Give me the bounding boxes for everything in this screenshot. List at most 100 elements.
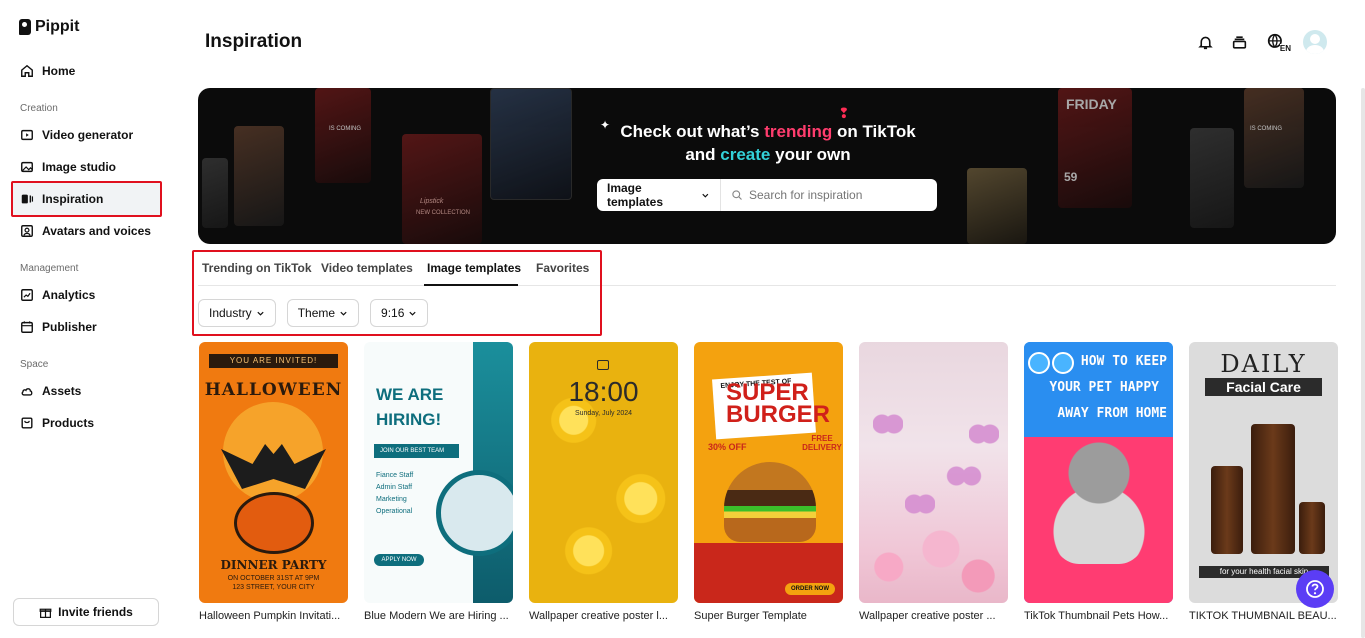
sidebar-section-space: Space [20,359,49,370]
sidebar-item-assets[interactable]: Assets [20,381,81,401]
template-card[interactable]: Wallpaper creative poster ... [859,342,1008,622]
banner-thumb [234,126,284,226]
subscription-stack-icon[interactable] [1229,32,1249,52]
card-art-text: DINNER PARTY [220,558,327,572]
template-title[interactable]: TIKTOK THUMBNAIL BEAU... [1189,610,1338,622]
page-scrollbar[interactable] [1361,88,1365,638]
card-art-text: HALLOWEEN [204,380,343,400]
card-art-text: 18:00 [568,376,639,407]
invite-friends-label: Invite friends [58,605,133,619]
template-card[interactable]: WE ARE HIRING! JOIN OUR BEST TEAM Fiance … [364,342,513,622]
sidebar-item-label: Inspiration [42,192,104,206]
sidebar: Pippit Home Creation Video generator Ima… [0,0,176,638]
calendar-icon [21,321,33,333]
template-title[interactable]: TikTok Thumbnail Pets How... [1024,610,1173,622]
template-card[interactable]: ENJOY THE TEST OF SUPER BURGER 30% OFF FR… [694,342,843,622]
card-art-text: 30% OFF [708,442,747,452]
user-avatar[interactable] [1303,30,1327,54]
cat-shape [1049,434,1149,564]
template-thumbnail[interactable]: YOU ARE INVITED! HALLOWEEN DINNER PARTY … [199,342,348,603]
template-title[interactable]: Wallpaper creative poster ... [859,610,1008,622]
card-art-text: Sunday, July 2024 [574,410,633,417]
search-type-value: Image templates [607,181,664,209]
butterfly-shape [873,412,903,436]
invite-friends-button[interactable]: Invite friends [13,598,159,626]
sidebar-section-management: Management [20,263,79,274]
banner-thumb [1190,128,1234,228]
template-thumbnail[interactable] [859,342,1008,603]
sidebar-item-avatars-and-voices[interactable]: Avatars and voices [20,221,151,241]
sidebar-item-image-studio[interactable]: Image studio [20,157,116,177]
search-icon [732,190,742,200]
blossom-shape [859,513,1008,603]
sidebar-item-label: Products [42,416,95,430]
template-title[interactable]: Wallpaper creative poster l... [529,610,678,622]
template-thumbnail[interactable]: DAILY Facial Care for your health facial… [1189,342,1338,603]
template-thumbnail[interactable]: ENJOY THE TEST OF SUPER BURGER 30% OFF FR… [694,342,843,603]
bottle-shape [1251,424,1295,554]
sidebar-section-creation: Creation [20,103,58,114]
sidebar-item-label: Avatars and voices [42,224,151,238]
template-thumbnail[interactable]: 18:00 Sunday, July 2024 [529,342,678,603]
sidebar-item-inspiration[interactable]: Inspiration [20,189,103,209]
gift-icon [39,608,52,618]
bottle-shape [1211,466,1243,554]
card-art-text: DAILY [1220,350,1307,378]
sidebar-item-video-generator[interactable]: Video generator [20,125,133,145]
template-card[interactable]: YOU ARE INVITED! HALLOWEEN DINNER PARTY … [199,342,348,622]
sidebar-item-label: Home [42,64,76,78]
sidebar-item-analytics[interactable]: Analytics [20,285,95,305]
banner-thumb-text: FRIDAY [1066,96,1117,112]
template-thumbnail[interactable]: HOW TO KEEP YOUR PET HAPPY AWAY FROM HOM… [1024,342,1173,603]
banner-thumb-text: IS COMING [1250,126,1283,132]
tab-video-templates[interactable]: Video templates [321,261,413,275]
filter-aspect-ratio[interactable]: 9:16 [370,299,429,327]
filter-theme[interactable]: Theme [286,299,360,327]
filter-label: Theme [297,306,336,320]
home-icon [21,64,33,77]
filter-industry[interactable]: Industry [198,299,276,327]
sidebar-item-label: Assets [42,384,82,398]
banner-thumb-text: Lipstick [420,198,444,205]
tab-trending-on-tiktok[interactable]: Trending on TikTok [202,261,312,275]
template-title[interactable]: Super Burger Template [694,610,843,622]
help-icon [1306,580,1324,598]
search-field [721,188,937,202]
card-art-text: YOUR PET HAPPY [1049,380,1159,395]
logo[interactable]: Pippit [19,18,79,36]
tab-image-templates[interactable]: Image templates [427,261,521,275]
pumpkin-shape [234,492,314,554]
chevron-down-icon [257,311,264,316]
products-icon [21,417,33,429]
notification-bell-icon[interactable] [1195,32,1215,52]
template-title[interactable]: Blue Modern We are Hiring ... [364,610,513,622]
banner-thumb: IS COMING [315,88,371,183]
banner-thumb: Lipstick NEW COLLECTION [402,134,482,244]
sidebar-item-publisher[interactable]: Publisher [20,317,97,337]
banner-line-1: Check out what’s trending on TikTok [620,122,916,141]
card-art-text: FREE DELIVERY [802,434,842,452]
help-button[interactable] [1296,570,1334,608]
sidebar-item-home[interactable]: Home [20,61,75,81]
template-card[interactable]: HOW TO KEEP YOUR PET HAPPY AWAY FROM HOM… [1024,342,1173,622]
bubble-shape [1052,352,1074,374]
card-art-text: SUPER BURGER [726,379,831,428]
tab-favorites[interactable]: Favorites [536,261,589,275]
language-globe-icon[interactable]: EN [1263,32,1291,53]
search-input[interactable] [749,188,929,202]
template-title[interactable]: Halloween Pumpkin Invitati... [199,610,348,622]
banner-thumb-text: NEW COLLECTION [416,210,471,216]
search-type-select[interactable]: Image templates [597,179,721,211]
card-art-text: HOW TO KEEP [1080,354,1167,369]
banner-thumb-text: IS COMING [329,126,362,132]
template-thumbnail[interactable]: WE ARE HIRING! JOIN OUR BEST TEAM Fiance … [364,342,513,603]
sidebar-item-products[interactable]: Products [20,413,94,433]
app-root: Pippit Home Creation Video generator Ima… [0,0,1365,638]
lock-icon [597,360,609,370]
filter-label: Industry [209,306,252,320]
sidebar-item-label: Publisher [42,320,97,334]
bottle-shape [1299,502,1325,554]
analytics-icon [21,289,33,301]
template-card[interactable]: 18:00 Sunday, July 2024 Wallpaper creati… [529,342,678,622]
card-art-text: APPLY NOW [374,554,424,566]
